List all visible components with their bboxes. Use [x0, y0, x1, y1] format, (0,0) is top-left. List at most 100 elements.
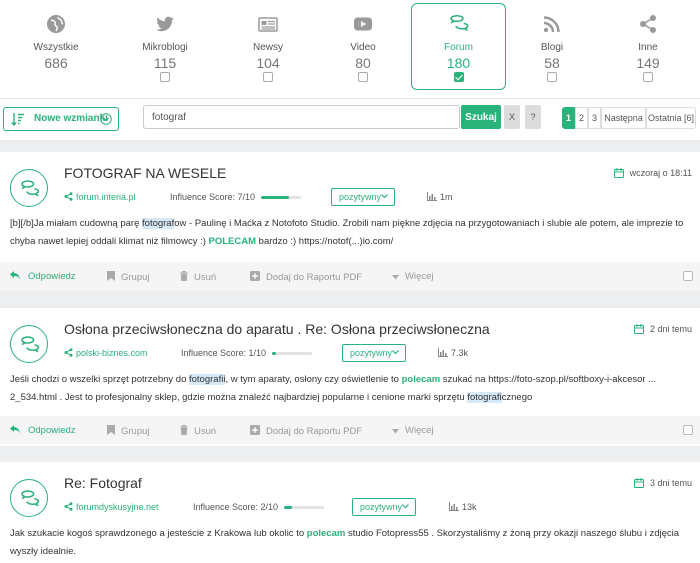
- sentiment-dropdown[interactable]: pozytywny: [352, 498, 416, 516]
- source-count: 104: [256, 55, 280, 71]
- share-icon: [640, 15, 656, 33]
- delete-button[interactable]: Usuń: [180, 270, 216, 283]
- source-tab-other[interactable]: Inne 149: [602, 4, 694, 90]
- calendar-icon: [633, 324, 644, 334]
- page-1-button[interactable]: 1: [562, 107, 575, 129]
- mention-actions: Odpowiedz Grupuj Usuń Dodaj do Raportu P…: [0, 262, 700, 290]
- mention-source-text: forumdyskusyjne.net: [76, 502, 159, 512]
- group-button[interactable]: Grupuj: [107, 271, 150, 283]
- forum-avatar: [10, 479, 48, 517]
- caret-down-icon: [392, 429, 399, 434]
- forum-avatar: [10, 325, 48, 363]
- source-checkbox-checked[interactable]: [453, 72, 464, 82]
- bar-chart-icon: [438, 348, 448, 357]
- page-2-button[interactable]: 2: [575, 107, 588, 129]
- mention-date-text: wczoraj o 18:11: [629, 168, 692, 178]
- chat-bubbles-icon: [21, 490, 40, 507]
- mention-source-link[interactable]: forumdyskusyjne.net: [64, 502, 159, 512]
- reach-value: 1m: [440, 192, 453, 202]
- share-icon: [64, 192, 73, 201]
- chat-bubbles-icon: [21, 336, 40, 353]
- mention-title[interactable]: Re: Fotograf: [64, 475, 142, 491]
- source-label: Blogi: [540, 42, 564, 53]
- forum-avatar: [10, 169, 48, 207]
- sentiment-label: pozytywny: [339, 192, 382, 202]
- source-label: Video: [350, 42, 376, 53]
- mention-title[interactable]: Osłona przeciwsłoneczna do aparatu . Re:…: [64, 321, 490, 337]
- mention-source-link[interactable]: forum.interia.pl: [64, 192, 136, 202]
- rss-icon: [543, 16, 560, 33]
- clear-search-button[interactable]: X: [504, 105, 520, 129]
- source-checkbox[interactable]: [358, 72, 368, 82]
- source-tab-blogs[interactable]: Blogi 58: [506, 4, 598, 90]
- globe-icon: [47, 15, 65, 33]
- select-checkbox[interactable]: [683, 271, 693, 281]
- chevron-down-icon: [392, 350, 399, 355]
- source-checkbox[interactable]: [643, 72, 653, 82]
- mention-date: 3 dni temu: [633, 478, 692, 488]
- chat-bubbles-icon: [449, 14, 468, 32]
- calendar-icon: [613, 168, 624, 178]
- help-button[interactable]: ?: [525, 105, 541, 129]
- reach-stat: 1m: [427, 192, 453, 202]
- calendar-icon: [633, 478, 644, 488]
- influence-score: Influence Score: 2/10: [193, 502, 279, 512]
- search-input[interactable]: [143, 105, 460, 129]
- influence-score: Influence Score: 7/10: [170, 192, 256, 202]
- source-tab-microblogs[interactable]: Mikroblogi 115: [119, 4, 211, 90]
- influence-score: Influence Score: 1/10: [181, 348, 267, 358]
- influence-bar-fill: [261, 196, 289, 199]
- source-checkbox[interactable]: [547, 72, 557, 82]
- more-label: Więcej: [405, 271, 434, 282]
- add-to-pdf-button[interactable]: Dodaj do Raportu PDF: [250, 425, 362, 437]
- influence-bar: [261, 196, 301, 199]
- group-button[interactable]: Grupuj: [107, 425, 150, 437]
- source-count: 115: [153, 55, 177, 71]
- add-to-pdf-button[interactable]: Dodaj do Raportu PDF: [250, 271, 362, 283]
- sentiment-dropdown[interactable]: pozytywny: [342, 344, 406, 362]
- plus-square-icon: [250, 271, 260, 281]
- select-checkbox[interactable]: [683, 425, 693, 435]
- mention-source-text: forum.interia.pl: [76, 192, 136, 202]
- source-checkbox[interactable]: [160, 72, 170, 82]
- mention-card: FOTOGRAF NA WESELE wczoraj o 18:11 forum…: [0, 152, 700, 290]
- share-icon: [64, 502, 73, 511]
- source-tab-news[interactable]: Newsy 104: [222, 4, 314, 90]
- reply-button[interactable]: Odpowiedz: [10, 271, 76, 282]
- source-label: Inne: [638, 42, 658, 53]
- delete-button[interactable]: Usuń: [180, 424, 217, 437]
- caret-down-icon: [392, 275, 399, 280]
- sentiment-dropdown[interactable]: pozytywny: [331, 188, 395, 206]
- sort-icon: [11, 113, 24, 126]
- mention-text: [b][/b]Ja miałam cudowną parę fotografow…: [10, 218, 684, 247]
- source-tab-all[interactable]: Wszystkie 686: [10, 4, 102, 90]
- influence-bar-fill: [272, 352, 276, 355]
- source-tab-forum[interactable]: Forum 180: [411, 3, 506, 90]
- chevron-down-icon: [381, 194, 388, 199]
- reach-value: 7.3k: [451, 348, 469, 358]
- more-dropdown[interactable]: Więcej: [392, 271, 434, 282]
- next-page-button[interactable]: Następna: [601, 107, 646, 129]
- sort-label: Nowe wzmianki: [34, 113, 108, 124]
- twitter-bird-icon: [156, 16, 174, 32]
- influence-bar: [284, 506, 324, 509]
- search-button[interactable]: Szukaj: [461, 105, 501, 129]
- mention-date-text: 3 dni temu: [649, 478, 692, 488]
- trash-icon: [180, 270, 188, 282]
- source-count: 80: [355, 55, 371, 71]
- plus-square-icon: [250, 425, 260, 435]
- source-checkbox[interactable]: [263, 72, 273, 82]
- mention-card: Re: Fotograf 3 dni temu forumdyskusyjne.…: [0, 462, 700, 563]
- mention-source-link[interactable]: polski-biznes.com: [64, 348, 148, 358]
- reach-value: 13k: [462, 502, 477, 512]
- page-3-button[interactable]: 3: [588, 107, 601, 129]
- delete-label: Usuń: [194, 426, 217, 437]
- last-page-button[interactable]: Ostatnia [6]: [646, 107, 696, 129]
- mention-title[interactable]: FOTOGRAF NA WESELE: [64, 165, 226, 181]
- sort-dropdown[interactable]: Nowe wzmianki: [3, 107, 119, 131]
- reply-icon: [10, 425, 20, 434]
- newspaper-icon: [258, 17, 278, 32]
- more-dropdown[interactable]: Więcej: [392, 425, 434, 436]
- reply-button[interactable]: Odpowiedz: [10, 425, 76, 436]
- source-tab-video[interactable]: Video 80: [317, 4, 409, 90]
